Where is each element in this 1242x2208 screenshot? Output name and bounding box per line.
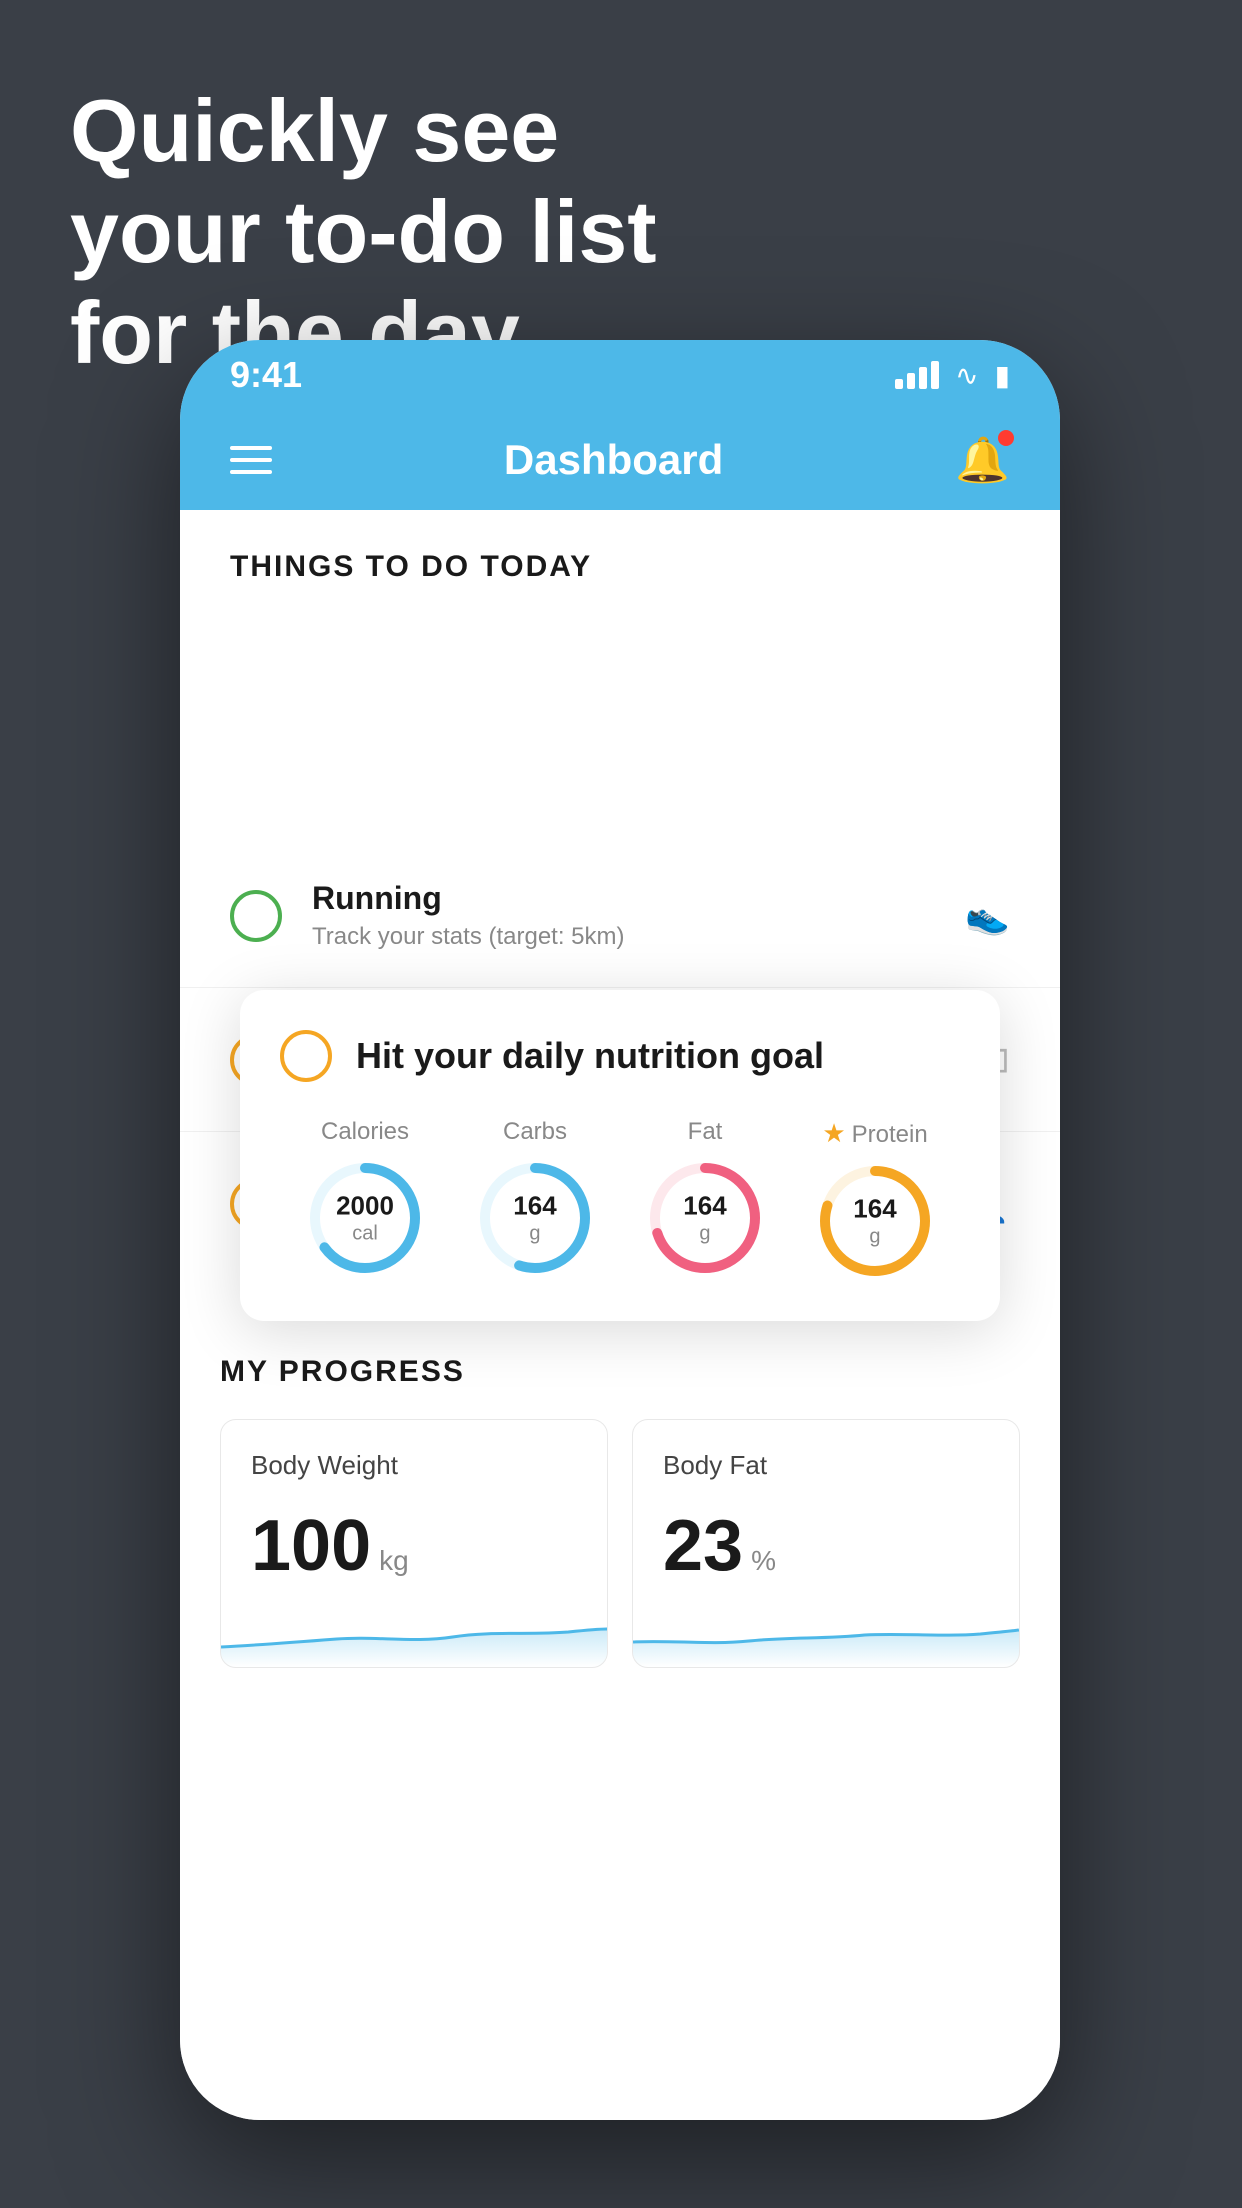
protein-value: 164	[853, 1193, 896, 1224]
headline-line2: your to-do list	[70, 181, 657, 282]
nutrition-protein: ★Protein 164 g	[815, 1118, 935, 1281]
battery-icon: ▮	[995, 359, 1010, 392]
fat-circle: 164 g	[645, 1158, 765, 1278]
nutrition-fat: Fat 164 g	[645, 1118, 765, 1278]
header-title: Dashboard	[504, 436, 723, 484]
body-fat-card: Body Fat 23 %	[632, 1419, 1020, 1668]
star-icon: ★	[822, 1118, 845, 1148]
nutrition-checkbox[interactable]	[280, 1030, 332, 1082]
notification-bell[interactable]: 🔔	[955, 434, 1010, 486]
fat-label: Fat	[688, 1118, 723, 1146]
shoe-icon: 👟	[965, 895, 1010, 937]
running-checkbox[interactable]	[230, 890, 282, 942]
nutrition-card: Hit your daily nutrition goal Calories 2…	[240, 990, 1000, 1321]
nutrition-calories: Calories 2000 cal	[305, 1118, 425, 1278]
body-weight-unit: kg	[379, 1545, 409, 1577]
wifi-icon: ∿	[955, 359, 978, 392]
body-weight-value: 100	[251, 1505, 371, 1587]
fat-value: 164	[683, 1190, 726, 1221]
body-weight-label: Body Weight	[251, 1450, 577, 1481]
protein-label: ★Protein	[822, 1118, 927, 1149]
headline-line1: Quickly see	[70, 80, 657, 181]
phone-mockup: 9:41 ∿ ▮ Dashboard 🔔 THINGS TO DO TODAY	[180, 340, 1060, 2120]
carbs-value: 164	[513, 1190, 556, 1221]
status-bar: 9:41 ∿ ▮	[180, 340, 1060, 410]
nutrition-carbs: Carbs 164 g	[475, 1118, 595, 1278]
things-to-do-header: THINGS TO DO TODAY	[180, 510, 1060, 604]
body-weight-chart	[221, 1607, 607, 1667]
protein-unit: g	[853, 1225, 896, 1249]
fat-unit: g	[683, 1222, 726, 1246]
nutrition-row: Calories 2000 cal Carbs	[280, 1118, 960, 1281]
calories-circle: 2000 cal	[305, 1158, 425, 1278]
status-time: 9:41	[230, 354, 302, 396]
protein-circle: 164 g	[815, 1161, 935, 1281]
body-fat-label: Body Fat	[663, 1450, 989, 1481]
phone-body: THINGS TO DO TODAY Hit your daily nutrit…	[180, 510, 1060, 2120]
carbs-unit: g	[513, 1222, 556, 1246]
notification-dot	[998, 430, 1014, 446]
app-header: Dashboard 🔔	[180, 410, 1060, 510]
running-text: Running Track your stats (target: 5km)	[312, 880, 935, 951]
carbs-label: Carbs	[503, 1118, 567, 1146]
nutrition-card-title: Hit your daily nutrition goal	[356, 1035, 824, 1077]
calories-value: 2000	[336, 1190, 394, 1221]
body-fat-value: 23	[663, 1505, 743, 1587]
progress-cards: Body Weight 100 kg	[220, 1419, 1020, 1668]
body-fat-chart	[633, 1607, 1019, 1667]
calories-label: Calories	[321, 1118, 409, 1146]
running-subtitle: Track your stats (target: 5km)	[312, 923, 935, 951]
signal-icon	[895, 361, 939, 389]
progress-title: MY PROGRESS	[220, 1355, 1020, 1389]
carbs-circle: 164 g	[475, 1158, 595, 1278]
running-title: Running	[312, 880, 935, 917]
todo-item-running[interactable]: Running Track your stats (target: 5km) 👟	[180, 844, 1060, 988]
headline: Quickly see your to-do list for the day.	[70, 80, 657, 384]
body-fat-unit: %	[751, 1545, 776, 1577]
hamburger-menu[interactable]	[230, 446, 272, 474]
calories-unit: cal	[336, 1222, 394, 1246]
body-weight-card: Body Weight 100 kg	[220, 1419, 608, 1668]
progress-section: MY PROGRESS Body Weight 100 kg	[180, 1315, 1060, 1668]
status-icons: ∿ ▮	[895, 359, 1010, 392]
